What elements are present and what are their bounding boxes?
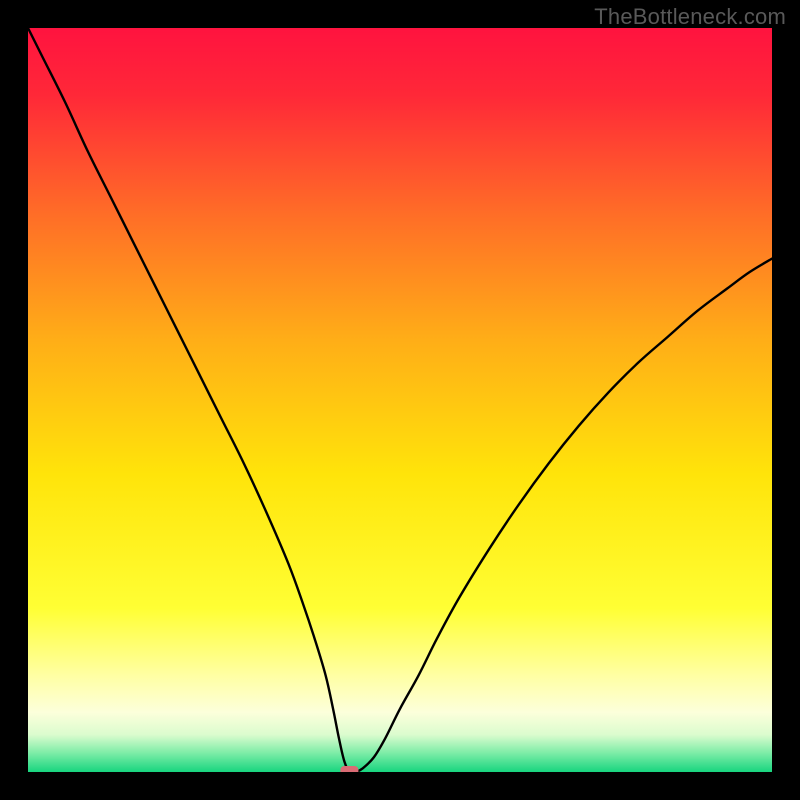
optimum-marker [340, 766, 358, 772]
watermark-text: TheBottleneck.com [594, 4, 786, 30]
gradient-background [28, 28, 772, 772]
chart-container: TheBottleneck.com [0, 0, 800, 800]
chart-svg [28, 28, 772, 772]
chart-plot-area [28, 28, 772, 772]
